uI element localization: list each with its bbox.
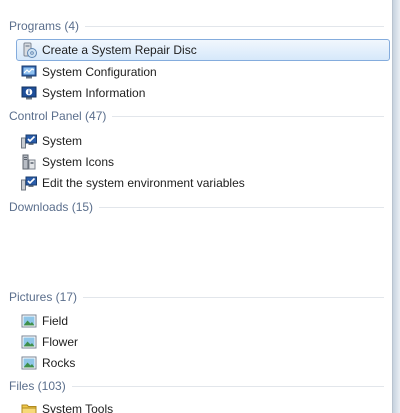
search-results-panel: Programs (4) Create a System Repair Disc… [0,0,393,413]
result-label: Flower [42,335,79,349]
result-label: Field [42,314,69,328]
programs-group-header[interactable]: Programs (4) [9,18,384,34]
result-create-system-repair-disc[interactable]: Create a System Repair Disc [16,39,390,61]
files-group-header[interactable]: Files (103) [9,378,384,394]
downloads-header-divider [99,206,384,208]
programs-header-divider [85,25,384,27]
control-panel-header-label: Control Panel (47) [9,109,107,123]
result-edit-environment-variables[interactable]: Edit the system environment variables [16,172,390,194]
repair-disc-icon [23,42,37,58]
result-flower[interactable]: Flower [16,331,390,353]
programs-header-label: Programs (4) [9,19,80,33]
pictures-header-label: Pictures (17) [9,290,78,304]
pictures-header-divider [83,296,384,298]
control-panel-header-divider [112,115,384,117]
window-edge [393,0,400,413]
result-system-information[interactable]: System Information [16,82,390,104]
downloads-group-header[interactable]: Downloads (15) [9,199,384,215]
control-panel-group-header[interactable]: Control Panel (47) [9,108,384,124]
result-system-icons[interactable]: System Icons [16,151,390,173]
result-field[interactable]: Field [16,310,390,332]
system-config-icon [21,65,37,79]
computer-check-icon [21,134,37,149]
picture-icon [21,335,37,349]
system-icons-icon [22,154,36,170]
result-label: System Icons [42,155,115,169]
result-label: Rocks [42,356,76,370]
result-label: Create a System Repair Disc [42,43,197,57]
system-info-icon [21,86,37,100]
result-system-configuration[interactable]: System Configuration [16,61,390,83]
result-label: System Information [42,86,146,100]
folder-icon [21,404,37,413]
downloads-header-label: Downloads (15) [9,200,94,214]
picture-icon [21,356,37,370]
result-label: Edit the system environment variables [42,176,245,190]
picture-icon [21,314,37,328]
result-rocks[interactable]: Rocks [16,352,390,374]
result-label: System [42,134,83,148]
result-system-tools[interactable]: System Tools [16,398,390,413]
result-system[interactable]: System [16,130,390,152]
computer-check-icon [21,176,37,191]
pictures-group-header[interactable]: Pictures (17) [9,289,384,305]
result-label: System Tools [42,402,114,413]
files-header-divider [71,385,384,387]
result-label: System Configuration [42,65,157,79]
files-header-label: Files (103) [9,379,66,393]
